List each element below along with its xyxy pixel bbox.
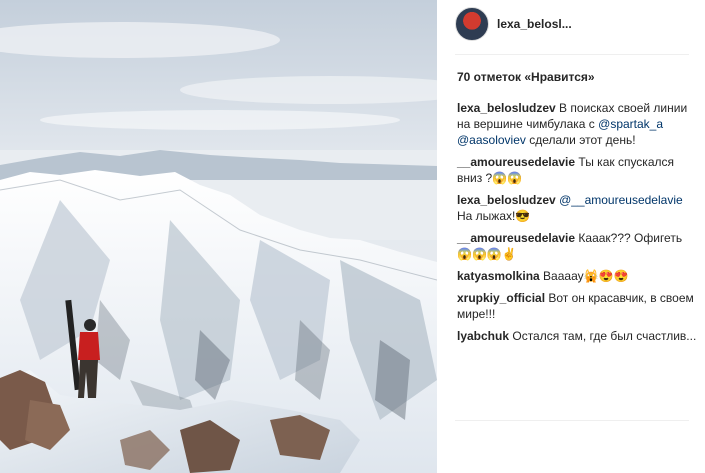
comment-item: lyabchuk Остался там, где был счастлив..… — [457, 328, 697, 344]
comment-item: xrupkiy_official Вот он красавчик, в сво… — [457, 290, 697, 322]
comment-username[interactable]: lexa_belosludzev — [457, 101, 556, 115]
emoji-icon: 😱😱😱✌ — [457, 247, 517, 261]
comment-username[interactable]: katyasmolkina — [457, 269, 540, 283]
comment-text: Кааак??? Офигеть — [575, 231, 683, 245]
instagram-post: lexa_belosl... 70 отметок «Нравится» lex… — [0, 0, 705, 473]
comment-text: Ваааау — [539, 269, 584, 283]
comment-item: __amoureusedelavie Ты как спускался вниз… — [457, 154, 697, 186]
comment-item: katyasmolkina Ваааау🙀😍😍 — [457, 268, 697, 284]
mention-link[interactable]: @spartak_a — [598, 117, 663, 131]
comment-username[interactable]: lexa_belosludzev — [457, 193, 556, 207]
comment-username[interactable]: __amoureusedelavie — [457, 231, 575, 245]
mountain-scene — [0, 0, 437, 473]
post-header: lexa_belosl... — [455, 6, 572, 42]
author-username[interactable]: lexa_belosl... — [497, 17, 572, 31]
header-divider — [455, 54, 689, 55]
comment-username[interactable]: xrupkiy_official — [457, 291, 545, 305]
comment-username[interactable]: __amoureusedelavie — [457, 155, 575, 169]
comment-username[interactable]: lyabchuk — [457, 329, 509, 343]
emoji-icon: 🙀😍😍 — [583, 269, 629, 283]
comment-item: lexa_belosludzev @__amoureusedelavie На … — [457, 192, 697, 224]
mention-link[interactable]: @aasoloviev — [457, 133, 526, 147]
mention-link[interactable]: @__amoureusedelavie — [559, 193, 683, 207]
avatar[interactable] — [455, 7, 489, 41]
comments-divider — [455, 420, 689, 421]
post-sidebar: lexa_belosl... 70 отметок «Нравится» lex… — [437, 0, 705, 473]
comment-item: lexa_belosludzev В поисках своей линии н… — [457, 100, 697, 148]
emoji-icon: 😎 — [515, 209, 531, 223]
comment-text: Остался там, где был счастлив... — [509, 329, 697, 343]
comments-list: lexa_belosludzev В поисках своей линии н… — [457, 100, 697, 350]
comment-item: __amoureusedelavie Кааак??? Офигеть 😱😱😱✌ — [457, 230, 697, 262]
likes-count[interactable]: 70 отметок «Нравится» — [457, 70, 595, 84]
comment-text: сделали этот день! — [525, 133, 636, 147]
emoji-icon: 😱😱 — [492, 171, 523, 185]
comment-text: На лыжах! — [457, 209, 516, 223]
post-photo[interactable] — [0, 0, 437, 473]
